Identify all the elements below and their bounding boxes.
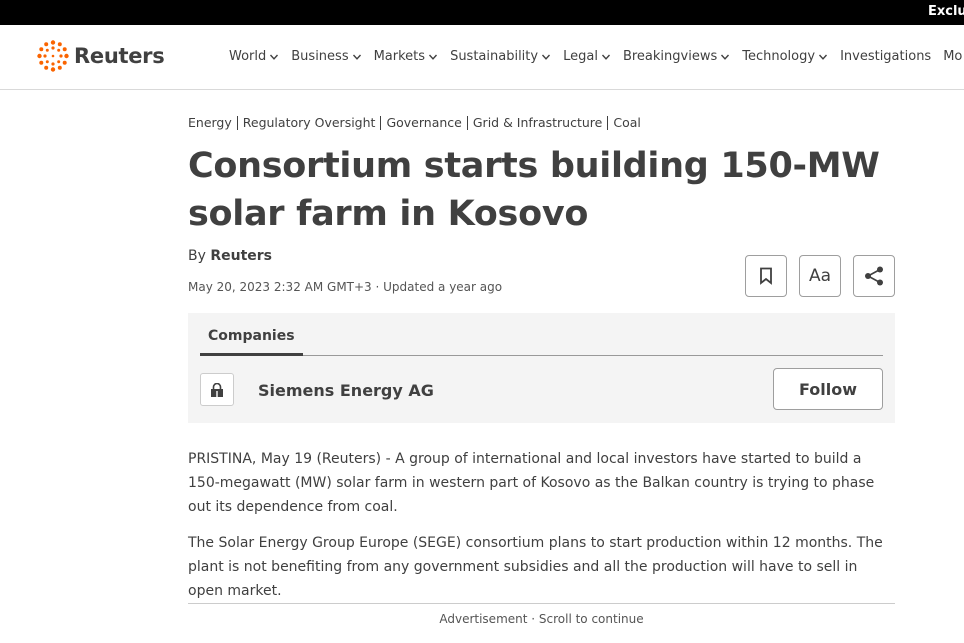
nav-item-legal[interactable]: Legal	[563, 49, 611, 64]
chevron-down-icon	[721, 54, 730, 60]
topic-tags: Energy Regulatory Oversight Governance G…	[188, 116, 646, 130]
lock-icon	[211, 382, 223, 397]
article-headline: Consortium starts building 150-MW solar …	[188, 146, 880, 234]
byline: By Reuters	[188, 248, 272, 264]
nav-item-label: World	[229, 49, 267, 64]
lock-badge	[200, 373, 234, 406]
nav-item-label: Technology	[742, 49, 816, 64]
text-size-button[interactable]: Aa	[799, 255, 841, 297]
nav-item-business[interactable]: Business	[291, 49, 361, 64]
nav-item-technology[interactable]: Technology	[742, 49, 828, 64]
article-dateline: May 20, 2023 2:32 AM GMT+3 · Updated a y…	[188, 280, 503, 294]
reuters-logo[interactable]: Reuters	[37, 40, 165, 72]
advertisement-label: Advertisement · Scroll to continue	[439, 612, 644, 626]
nav-item-label: Investigations	[840, 49, 932, 64]
nav-item-breakingviews[interactable]: Breakingviews	[623, 49, 730, 64]
tag-grid-infrastructure[interactable]: Grid & Infrastructure	[466, 116, 607, 130]
companies-tab-bar: Companies	[200, 313, 883, 356]
byline-author[interactable]: Reuters	[210, 248, 272, 264]
nav-item-label: Sustainability	[450, 49, 539, 64]
chevron-down-icon	[601, 54, 610, 60]
nav-item-label: Business	[291, 49, 349, 64]
bookmark-button[interactable]	[745, 255, 787, 297]
site-header: Reuters World Business Markets Sustainab…	[0, 25, 964, 90]
ad-divider	[188, 603, 895, 604]
chevron-down-icon	[429, 54, 438, 60]
nav-item-label: Legal	[563, 49, 598, 64]
reuters-logo-icon	[37, 40, 69, 72]
nav-item-sustainability[interactable]: Sustainability	[450, 49, 551, 64]
companies-panel: Companies Siemens Energy AG Follow	[188, 313, 895, 423]
logo-wordmark: Reuters	[74, 44, 165, 68]
chevron-down-icon	[819, 54, 828, 60]
nav-item-world[interactable]: World	[229, 49, 279, 64]
company-name[interactable]: Siemens Energy AG	[258, 381, 434, 400]
nav-item-label: Breakingviews	[622, 49, 718, 64]
top-banner-strip: Exclus	[0, 0, 964, 25]
chevron-down-icon	[542, 54, 551, 60]
tag-governance[interactable]: Governance	[380, 116, 466, 130]
bookmark-icon	[760, 267, 772, 285]
nav-item-investigations[interactable]: Investigations	[840, 49, 931, 64]
share-button[interactable]	[853, 255, 895, 297]
nav-item-label: Mo	[943, 49, 963, 64]
nav-item-label: Markets	[373, 49, 426, 64]
article-paragraph: The Solar Energy Group Europe (SEGE) con…	[188, 535, 883, 599]
tag-energy[interactable]: Energy	[188, 116, 237, 130]
tab-companies[interactable]: Companies	[200, 313, 303, 356]
tag-coal[interactable]: Coal	[607, 116, 646, 130]
tag-regulatory-oversight[interactable]: Regulatory Oversight	[236, 116, 381, 130]
follow-button[interactable]: Follow	[773, 368, 883, 410]
nav-item-more[interactable]: Mo	[943, 49, 962, 64]
share-icon	[865, 266, 883, 286]
article-paragraph: PRISTINA, May 19 (Reuters) - A group of …	[188, 451, 875, 515]
chevron-down-icon	[270, 54, 279, 60]
exclusive-banner-text[interactable]: Exclus	[928, 4, 964, 19]
nav-item-markets[interactable]: Markets	[374, 49, 438, 64]
main-nav: World Business Markets Sustainability Le…	[229, 49, 964, 64]
chevron-down-icon	[352, 54, 361, 60]
text-size-label: Aa	[808, 266, 832, 286]
byline-prefix: By	[188, 248, 211, 264]
